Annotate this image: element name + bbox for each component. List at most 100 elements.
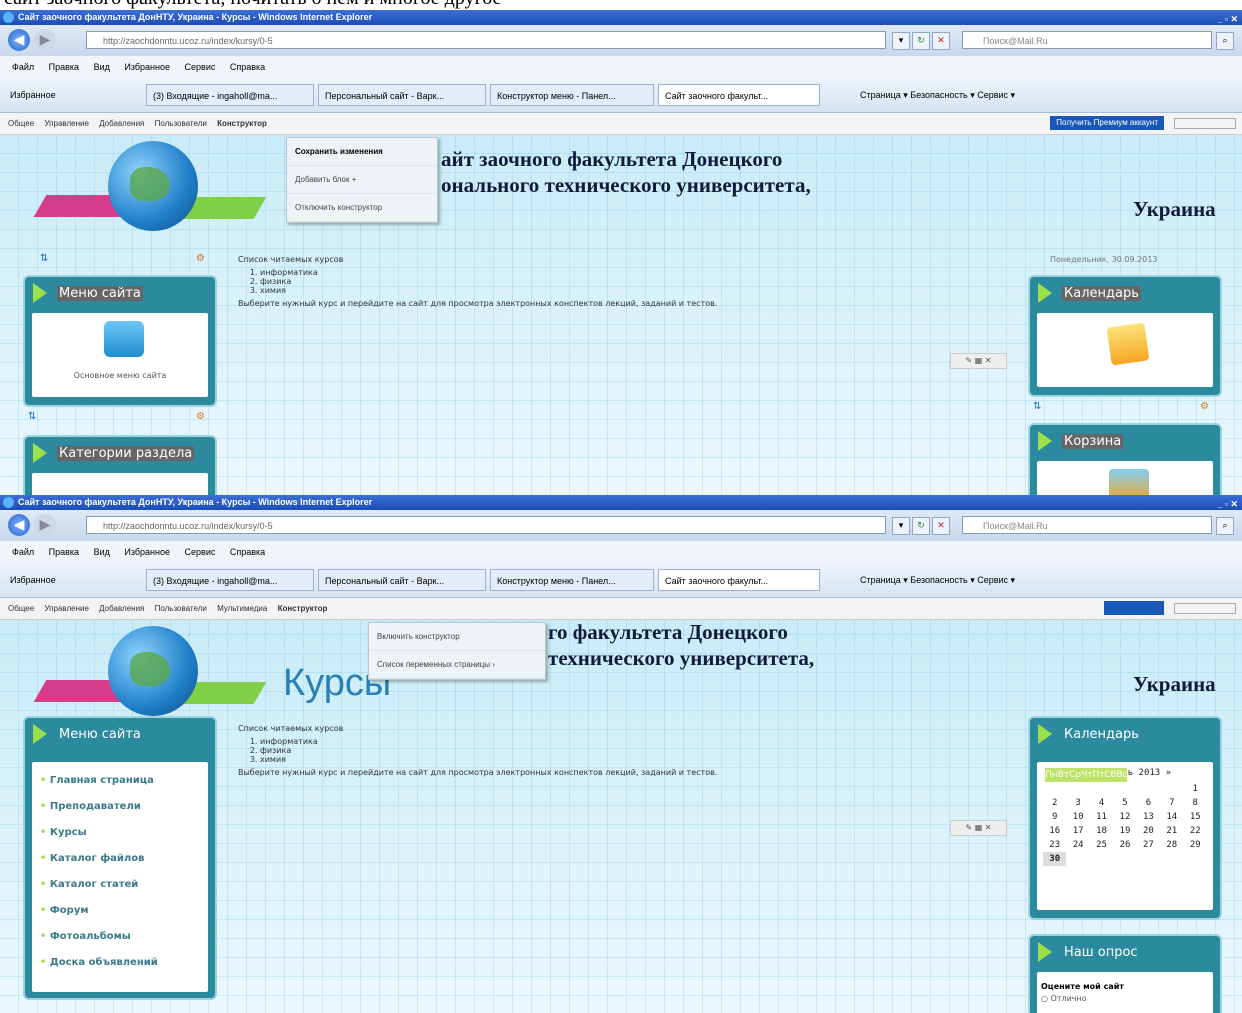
search-input[interactable]: Поиск@Mail.Ru [962, 31, 1212, 49]
menu-edit[interactable]: Правка [49, 62, 79, 72]
ucoz-menu-manage[interactable]: Управление [44, 604, 88, 613]
calendar-day[interactable]: 21 [1160, 824, 1183, 838]
poll-option[interactable]: ○ Отлично [1041, 994, 1087, 1003]
calendar-day[interactable]: 26 [1113, 838, 1136, 852]
menu-favorites[interactable]: Избранное [124, 62, 170, 72]
calendar-day[interactable]: 25 [1090, 838, 1113, 852]
calendar-day[interactable]: 23 [1043, 838, 1066, 852]
url-input[interactable]: http://zaochdonntu.ucoz.ru/index/kursy/0… [86, 516, 886, 534]
menu-item-teachers[interactable]: Преподаватели [40, 794, 208, 820]
ie-command-bar[interactable]: Страница ▾ Безопасность ▾ Сервис ▾ [860, 563, 1015, 597]
edit-tools[interactable]: ✎ ▦ ✕ [950, 353, 1007, 369]
favorites-button[interactable]: Избранное [10, 563, 56, 597]
disable-constructor-item[interactable]: Отключить конструктор [287, 194, 437, 222]
back-icon[interactable]: ◀ [8, 514, 30, 536]
forward-icon[interactable]: ▶ [34, 514, 56, 536]
tab-menu-constructor[interactable]: Конструктор меню - Панел... [490, 569, 654, 591]
move-icon[interactable]: ⇅ [1033, 401, 1041, 412]
ucoz-menu-add[interactable]: Добавления [99, 604, 144, 613]
ie-command-bar[interactable]: Страница ▾ Безопасность ▾ Сервис ▾ [860, 78, 1015, 112]
premium-button[interactable]: Получить Премиум аккаунт [1050, 116, 1164, 130]
menu-item-forum[interactable]: Форум [40, 898, 208, 924]
save-changes-item[interactable]: Сохранить изменения [287, 138, 437, 166]
menu-tools[interactable]: Сервис [185, 62, 216, 72]
url-input[interactable]: http://zaochdonntu.ucoz.ru/index/kursy/0… [86, 31, 886, 49]
calendar-day[interactable]: 22 [1184, 824, 1207, 838]
ucoz-menu-constructor[interactable]: Конструктор [217, 119, 267, 128]
menu-file[interactable]: Файл [12, 547, 34, 557]
back-icon[interactable]: ◀ [8, 29, 30, 51]
move-icon[interactable]: ⇅ [40, 253, 48, 264]
forward-icon[interactable]: ▶ [34, 29, 56, 51]
add-block-item[interactable]: Добавить блок + [287, 166, 437, 194]
calendar-day[interactable]: 24 [1066, 838, 1089, 852]
scrollbar[interactable] [1174, 603, 1236, 614]
menu-item-articles[interactable]: Каталог статей [40, 872, 208, 898]
ucoz-menu-multimedia[interactable]: Мультимедиа [217, 604, 267, 613]
stop-icon[interactable]: ✕ [932, 517, 950, 535]
menu-caption[interactable]: Основное меню сайта [32, 371, 208, 380]
calendar-day[interactable]: 2 [1043, 796, 1066, 810]
calendar-day[interactable]: 30 [1043, 852, 1067, 866]
ucoz-menu-general[interactable]: Общее [8, 119, 34, 128]
calendar-day[interactable]: 8 [1184, 796, 1207, 810]
refresh-icon[interactable]: ↻ [912, 32, 930, 50]
calendar-day[interactable]: 9 [1043, 810, 1066, 824]
menu-item-board[interactable]: Доска объявлений [40, 950, 208, 976]
menu-help[interactable]: Справка [230, 62, 265, 72]
calendar-day[interactable]: 14 [1160, 810, 1183, 824]
ucoz-menu-add[interactable]: Добавления [99, 119, 144, 128]
menu-file[interactable]: Файл [12, 62, 34, 72]
stop-icon[interactable]: ✕ [932, 32, 950, 50]
menu-edit[interactable]: Правка [49, 547, 79, 557]
tab-personal-site[interactable]: Персональный сайт - Варк... [318, 84, 486, 106]
page-variables-item[interactable]: Список переменных страницы › [369, 651, 545, 679]
ucoz-menu-manage[interactable]: Управление [44, 119, 88, 128]
calendar-day[interactable]: 13 [1137, 810, 1160, 824]
calendar-day[interactable]: 5 [1113, 796, 1136, 810]
tab-inbox[interactable]: (3) Входящие - ingaholl@ma... [146, 84, 314, 106]
menu-favorites[interactable]: Избранное [124, 547, 170, 557]
settings-icon[interactable]: ⚙ [196, 411, 205, 422]
calendar-day[interactable]: 7 [1160, 796, 1183, 810]
dropdown-icon[interactable]: ▾ [892, 32, 910, 50]
favorites-button[interactable]: Избранное [10, 78, 56, 112]
dropdown-icon[interactable]: ▾ [892, 517, 910, 535]
calendar-day[interactable]: 4 [1090, 796, 1113, 810]
calendar-day[interactable]: 10 [1066, 810, 1089, 824]
tab-personal-site[interactable]: Персональный сайт - Варк... [318, 569, 486, 591]
settings-icon[interactable]: ⚙ [1200, 401, 1209, 412]
calendar-day[interactable]: 3 [1066, 796, 1089, 810]
calendar-day[interactable]: 15 [1184, 810, 1207, 824]
menu-help[interactable]: Справка [230, 547, 265, 557]
menu-item-files[interactable]: Каталог файлов [40, 846, 208, 872]
calendar-day[interactable]: 11 [1090, 810, 1113, 824]
calendar-day[interactable]: 27 [1137, 838, 1160, 852]
move-icon[interactable]: ⇅ [28, 411, 36, 422]
ucoz-menu-general[interactable]: Общее [8, 604, 34, 613]
settings-icon[interactable]: ⚙ [196, 253, 205, 264]
tab-current-site[interactable]: Сайт заочного факульт... [658, 569, 820, 591]
ucoz-menu-constructor[interactable]: Конструктор [278, 604, 328, 613]
refresh-icon[interactable]: ↻ [912, 517, 930, 535]
menu-view[interactable]: Вид [94, 547, 110, 557]
search-icon[interactable]: ⌕ [1216, 32, 1234, 50]
calendar-day[interactable]: 16 [1043, 824, 1066, 838]
ucoz-logo[interactable] [1104, 601, 1164, 615]
menu-view[interactable]: Вид [94, 62, 110, 72]
edit-tools[interactable]: ✎ ▦ ✕ [950, 820, 1007, 836]
menu-item-home[interactable]: Главная страница [40, 768, 208, 794]
menu-item-photos[interactable]: Фотоальбомы [40, 924, 208, 950]
calendar-day[interactable]: 20 [1137, 824, 1160, 838]
calendar-day[interactable]: 18 [1090, 824, 1113, 838]
menu-tools[interactable]: Сервис [185, 547, 216, 557]
ucoz-menu-users[interactable]: Пользователи [155, 119, 207, 128]
search-icon[interactable]: ⌕ [1216, 517, 1234, 535]
calendar-day[interactable]: 19 [1113, 824, 1136, 838]
search-input[interactable]: Поиск@Mail.Ru [962, 516, 1212, 534]
calendar-day[interactable]: 28 [1160, 838, 1183, 852]
tab-menu-constructor[interactable]: Конструктор меню - Панел... [490, 84, 654, 106]
calendar-day[interactable]: 29 [1184, 838, 1207, 852]
tab-current-site[interactable]: Сайт заочного факульт... [658, 84, 820, 106]
calendar-day[interactable]: 12 [1113, 810, 1136, 824]
